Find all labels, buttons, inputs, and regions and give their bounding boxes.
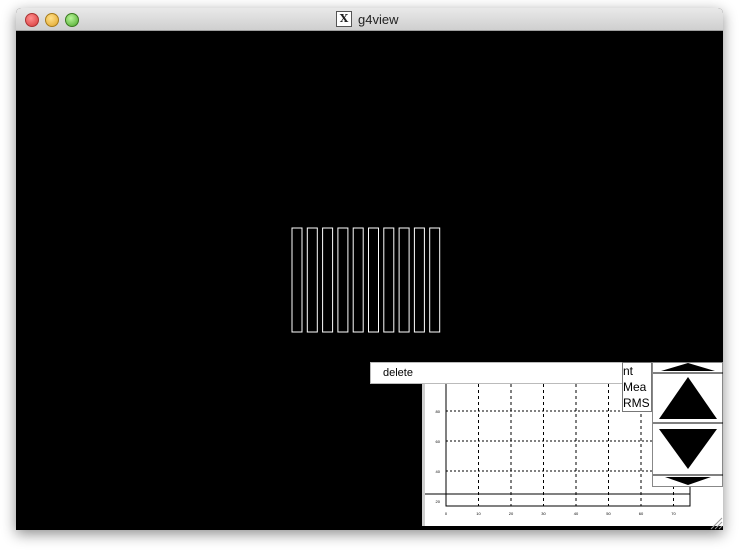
stats-mean-label: Mea (623, 380, 647, 394)
window-title-group: X g4view (336, 11, 398, 27)
detector-slab (413, 227, 425, 333)
scroll-bottom-small-arrow-icon[interactable] (665, 477, 711, 485)
stats-entries-label: nt (623, 364, 634, 378)
detector-slab (337, 227, 349, 333)
histogram-x-tick-label: 60 (639, 511, 644, 516)
detector-slab (429, 227, 441, 333)
histogram-x-tick-label: 70 (671, 511, 676, 516)
context-menu: delete (370, 362, 640, 384)
histogram-x-tick-label: 20 (509, 511, 514, 516)
histogram-stats-box: nt Mea RMS (622, 362, 652, 412)
histogram-x-tick-label: 40 (574, 511, 579, 516)
delete-menu-item[interactable]: delete (383, 367, 413, 379)
detector-slab (352, 227, 364, 333)
window-title: g4view (358, 11, 399, 27)
x11-icon: X (336, 11, 352, 27)
stats-rms-label: RMS (623, 396, 650, 410)
histogram-y-tick-label: 40 (436, 469, 441, 474)
histogram-y-tick-label: 80 (436, 409, 441, 414)
detector-slab (322, 227, 334, 333)
histogram-y-tick-label: 60 (436, 439, 441, 444)
detector-slab (291, 227, 303, 333)
scroll-down-arrow-icon[interactable] (659, 429, 717, 469)
zoom-button[interactable] (65, 13, 79, 27)
detector-slab (306, 227, 318, 333)
histogram-x-tick-label: 10 (476, 511, 481, 516)
histogram-x-tick-label: 30 (541, 511, 546, 516)
detector-slab (368, 227, 379, 333)
histogram-y-tick-label: 20 (436, 499, 441, 504)
histogram-x-tick-label: 0 (445, 511, 448, 516)
g4view-window: X g4view 80 60 40 20 0 10 20 30 40 50 60 70 delete … (16, 8, 723, 530)
scroll-arrows (653, 363, 723, 485)
scroll-control (652, 362, 723, 487)
3d-viewer[interactable]: 80 60 40 20 0 10 20 30 40 50 60 70 delete nt Mea RM… (16, 31, 723, 530)
scroll-up-arrow-icon[interactable] (659, 377, 717, 419)
title-bar[interactable]: X g4view (16, 8, 723, 31)
detector-slab (383, 227, 395, 333)
detector-slab (398, 227, 410, 333)
resize-grip-icon[interactable] (709, 516, 723, 530)
detector-slabs (291, 227, 441, 333)
histogram-x-tick-label: 50 (606, 511, 611, 516)
minimize-button[interactable] (45, 13, 59, 27)
close-button[interactable] (25, 13, 39, 27)
scroll-top-small-arrow-icon[interactable] (661, 363, 715, 371)
